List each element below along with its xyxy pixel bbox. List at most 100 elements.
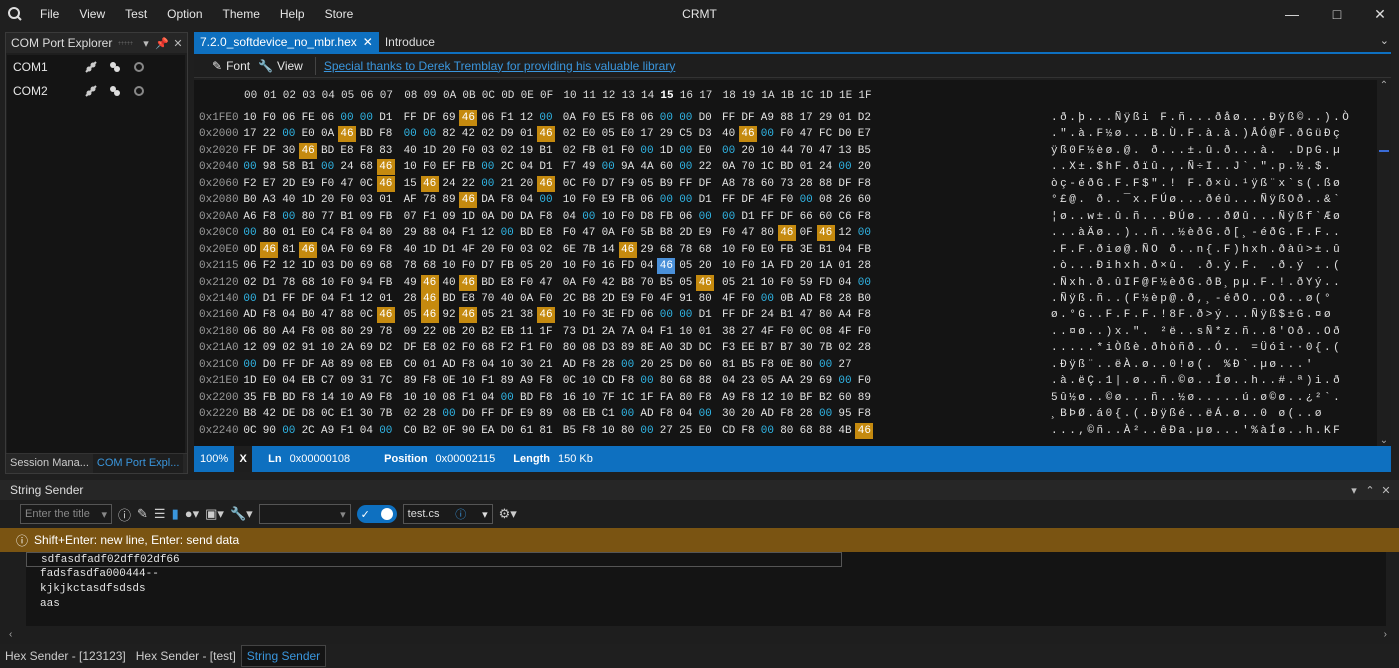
hex-byte[interactable]: F0 <box>560 225 578 241</box>
ascii-text[interactable]: .F.F.ðiø@.ÑO ð..n{.F)hxh.ðàû>±.û <box>1051 242 1342 259</box>
hex-byte[interactable]: 4F <box>836 324 854 340</box>
scroll-up-icon[interactable]: ⌃ <box>1377 80 1391 91</box>
hex-byte[interactable]: 69 <box>817 373 835 389</box>
hex-byte[interactable]: 10 <box>319 275 337 291</box>
hex-byte[interactable]: F0 <box>619 143 637 159</box>
hex-byte[interactable]: 00 <box>619 406 637 422</box>
hex-byte[interactable]: E0 <box>696 143 714 159</box>
hex-byte[interactable]: 80 <box>560 340 578 356</box>
hex-byte[interactable]: 04 <box>720 373 738 389</box>
font-button[interactable]: ✎ Font <box>212 59 250 73</box>
hex-byte[interactable]: DF <box>739 110 757 126</box>
hex-byte[interactable]: F8 <box>657 406 675 422</box>
hex-byte[interactable]: 02 <box>479 126 497 142</box>
hex-view[interactable]: 00 01 02 03 04 05 06 07 08 09 0A 0B 0C 0D 0E 0F 10 11 12 13… <box>194 80 1377 446</box>
hex-byte[interactable]: 0C <box>319 406 337 422</box>
hex-byte[interactable]: 0A <box>319 242 337 258</box>
hex-byte[interactable]: 0C <box>797 324 815 340</box>
ascii-text[interactable]: °£@. ð..¯x.FÚø...ðéû...ÑÿßOð..&` <box>1051 192 1342 209</box>
hex-byte[interactable]: 46 <box>299 241 318 258</box>
hex-byte[interactable]: E8 <box>459 291 477 307</box>
hex-byte[interactable]: E8 <box>537 225 555 241</box>
hex-byte[interactable]: 05 <box>638 176 656 192</box>
value-combo[interactable]: ▾ <box>258 504 351 524</box>
hex-byte[interactable]: A9 <box>518 373 536 389</box>
hex-byte[interactable]: D1 <box>696 307 714 323</box>
hex-byte[interactable]: 46 <box>420 274 439 291</box>
hex-byte[interactable]: 12 <box>518 110 536 126</box>
hex-byte[interactable]: F0 <box>619 225 637 241</box>
hex-byte[interactable]: F0 <box>778 126 796 142</box>
hex-byte[interactable]: 00 <box>836 159 854 175</box>
string-lines[interactable]: sdfasdfadf02dff02df66 fadsfasdfa000444--… <box>26 552 1386 626</box>
hex-byte[interactable]: 80 <box>778 423 796 439</box>
hex-byte[interactable]: 90 <box>260 423 278 439</box>
hex-byte[interactable]: 42 <box>599 275 617 291</box>
hex-byte[interactable]: DF <box>836 176 854 192</box>
hex-byte[interactable]: F0 <box>459 340 477 356</box>
hex-byte[interactable]: 2C <box>560 291 578 307</box>
hex-byte[interactable]: B5 <box>560 423 578 439</box>
hex-byte[interactable]: 22 <box>696 159 714 175</box>
hex-row[interactable]: 0x2220 B8 42 DE D8 0C E1 30 7B 02 28 00 D0 FF DF E9 89 08… <box>194 406 1377 423</box>
scroll-left-icon[interactable]: ‹ <box>9 629 12 640</box>
hex-byte[interactable]: E0 <box>580 126 598 142</box>
hex-byte[interactable]: 46 <box>618 241 637 258</box>
ascii-text[interactable]: .Ñÿß.ñ..(F½èp@.ð,¸-éðO..Oð..­ø(° <box>1051 291 1333 308</box>
hex-byte[interactable]: F8 <box>299 324 317 340</box>
hex-byte[interactable]: 81 <box>720 357 738 373</box>
hex-byte[interactable]: F0 <box>720 225 738 241</box>
hex-byte[interactable]: FC <box>817 126 835 142</box>
hex-byte[interactable]: 0A <box>599 225 617 241</box>
menu-item-view[interactable]: View <box>69 0 115 28</box>
hex-byte[interactable]: 29 <box>357 324 375 340</box>
hex-byte[interactable]: DE <box>280 406 298 422</box>
hex-byte[interactable]: D3 <box>696 126 714 142</box>
hex-byte[interactable]: 09 <box>440 209 458 225</box>
hex-byte[interactable]: 0F <box>440 423 458 439</box>
hex-byte[interactable]: 61 <box>518 423 536 439</box>
hex-byte[interactable]: 0A <box>560 110 578 126</box>
hex-byte[interactable]: D1 <box>260 291 278 307</box>
com-port-item[interactable]: COM1 <box>7 55 185 79</box>
hex-byte[interactable]: FD <box>619 258 637 274</box>
hex-byte[interactable]: 03 <box>357 192 375 208</box>
hex-byte[interactable]: 27 <box>739 324 757 340</box>
menu-item-option[interactable]: Option <box>157 0 212 28</box>
hex-byte[interactable]: E0 <box>260 373 278 389</box>
hex-byte[interactable]: 46 <box>459 274 478 291</box>
dropdown-icon[interactable]: ▾ <box>139 37 153 50</box>
hex-byte[interactable]: 00 <box>440 406 458 422</box>
hex-byte[interactable]: E9 <box>518 406 536 422</box>
hex-byte[interactable]: D8 <box>299 406 317 422</box>
hex-byte[interactable]: 27 <box>836 357 854 373</box>
hex-byte[interactable]: 47 <box>319 307 337 323</box>
hex-byte[interactable]: 46 <box>299 142 318 159</box>
hex-byte[interactable]: 24 <box>338 159 356 175</box>
hex-row[interactable]: 0x21A0 12 09 02 91 10 2A 69 D2 DF E8 02 F0 68 F2 F1 F0 80… <box>194 340 1377 357</box>
hex-byte[interactable]: 10 <box>319 340 337 356</box>
hex-byte[interactable]: D3 <box>599 340 617 356</box>
list-filter-icon[interactable]: ☰ <box>154 506 166 522</box>
hex-byte[interactable]: 38 <box>720 324 738 340</box>
hex-byte[interactable]: 78 <box>739 176 757 192</box>
hex-byte[interactable]: 49 <box>401 275 419 291</box>
hex-byte[interactable]: 46 <box>816 225 835 242</box>
hex-byte[interactable]: B8 <box>241 406 259 422</box>
hex-byte[interactable]: 00 <box>855 275 873 291</box>
hex-byte[interactable]: 1D <box>241 373 259 389</box>
hex-byte[interactable]: 28 <box>421 406 439 422</box>
hex-byte[interactable]: F0 <box>338 192 356 208</box>
hex-byte[interactable]: 46 <box>537 307 555 324</box>
hex-byte[interactable]: F0 <box>739 242 757 258</box>
hex-byte[interactable]: 20 <box>319 192 337 208</box>
hex-byte[interactable]: F9 <box>619 176 637 192</box>
hex-byte[interactable]: 78 <box>677 242 695 258</box>
hex-byte[interactable]: 09 <box>357 209 375 225</box>
send-toggle[interactable]: ✓ <box>356 505 397 523</box>
hex-byte[interactable]: 10 <box>560 192 578 208</box>
hex-byte[interactable]: 59 <box>797 275 815 291</box>
hex-byte[interactable]: EB <box>498 324 516 340</box>
hex-byte[interactable]: B7 <box>778 340 796 356</box>
hex-byte[interactable]: A3 <box>260 192 278 208</box>
